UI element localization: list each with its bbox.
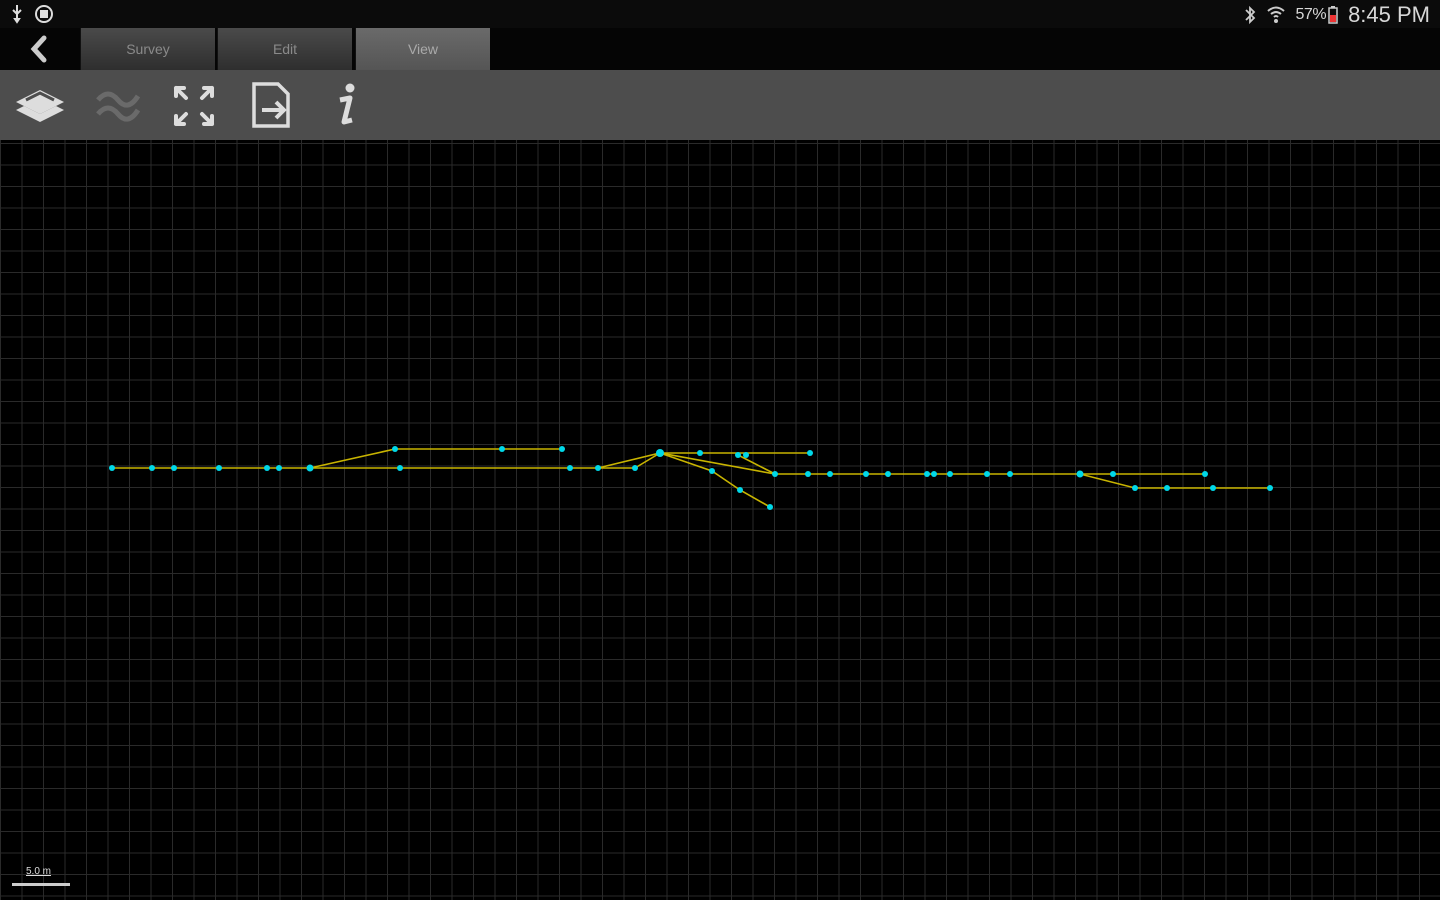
tab-edit[interactable]: Edit — [217, 28, 352, 70]
survey-leg — [659, 452, 771, 508]
toolbar — [0, 70, 1440, 140]
export-icon — [252, 82, 290, 128]
survey-leg — [309, 448, 562, 469]
notification-icon — [35, 5, 53, 23]
cave-survey-plot[interactable] — [0, 140, 1440, 900]
scale-line — [12, 883, 70, 886]
smooth-lines-icon — [96, 91, 141, 122]
tab-survey[interactable]: Survey — [80, 28, 215, 70]
tab-view[interactable]: View — [355, 28, 490, 70]
info-button[interactable] — [318, 80, 374, 130]
fit-to-screen-icon — [174, 86, 214, 126]
layers-icon — [16, 90, 64, 122]
survey-lines — [112, 448, 1270, 508]
back-button[interactable] — [22, 34, 58, 64]
tab-bar: Survey Edit View — [0, 28, 1440, 70]
scale-bar: 5.0 m — [12, 866, 72, 888]
smooth-lines-button[interactable] — [90, 80, 146, 130]
usb-icon — [12, 5, 22, 24]
status-bar: 57% 8:45 PM — [0, 0, 1440, 28]
battery-percent: 57% — [1295, 6, 1327, 23]
bluetooth-icon — [1244, 5, 1255, 25]
survey-plan-canvas[interactable] — [0, 140, 1440, 900]
wifi-icon — [1266, 6, 1285, 23]
export-button[interactable] — [244, 80, 300, 130]
back-arrow-icon — [30, 35, 47, 63]
battery-icon — [1328, 6, 1338, 24]
fit-to-screen-button[interactable] — [166, 80, 222, 130]
clock: 8:45 PM — [1348, 2, 1430, 27]
layers-button[interactable] — [12, 80, 68, 130]
info-icon — [339, 83, 355, 125]
survey-leg — [597, 452, 1270, 489]
scale-label: 5.0 m — [26, 866, 52, 877]
